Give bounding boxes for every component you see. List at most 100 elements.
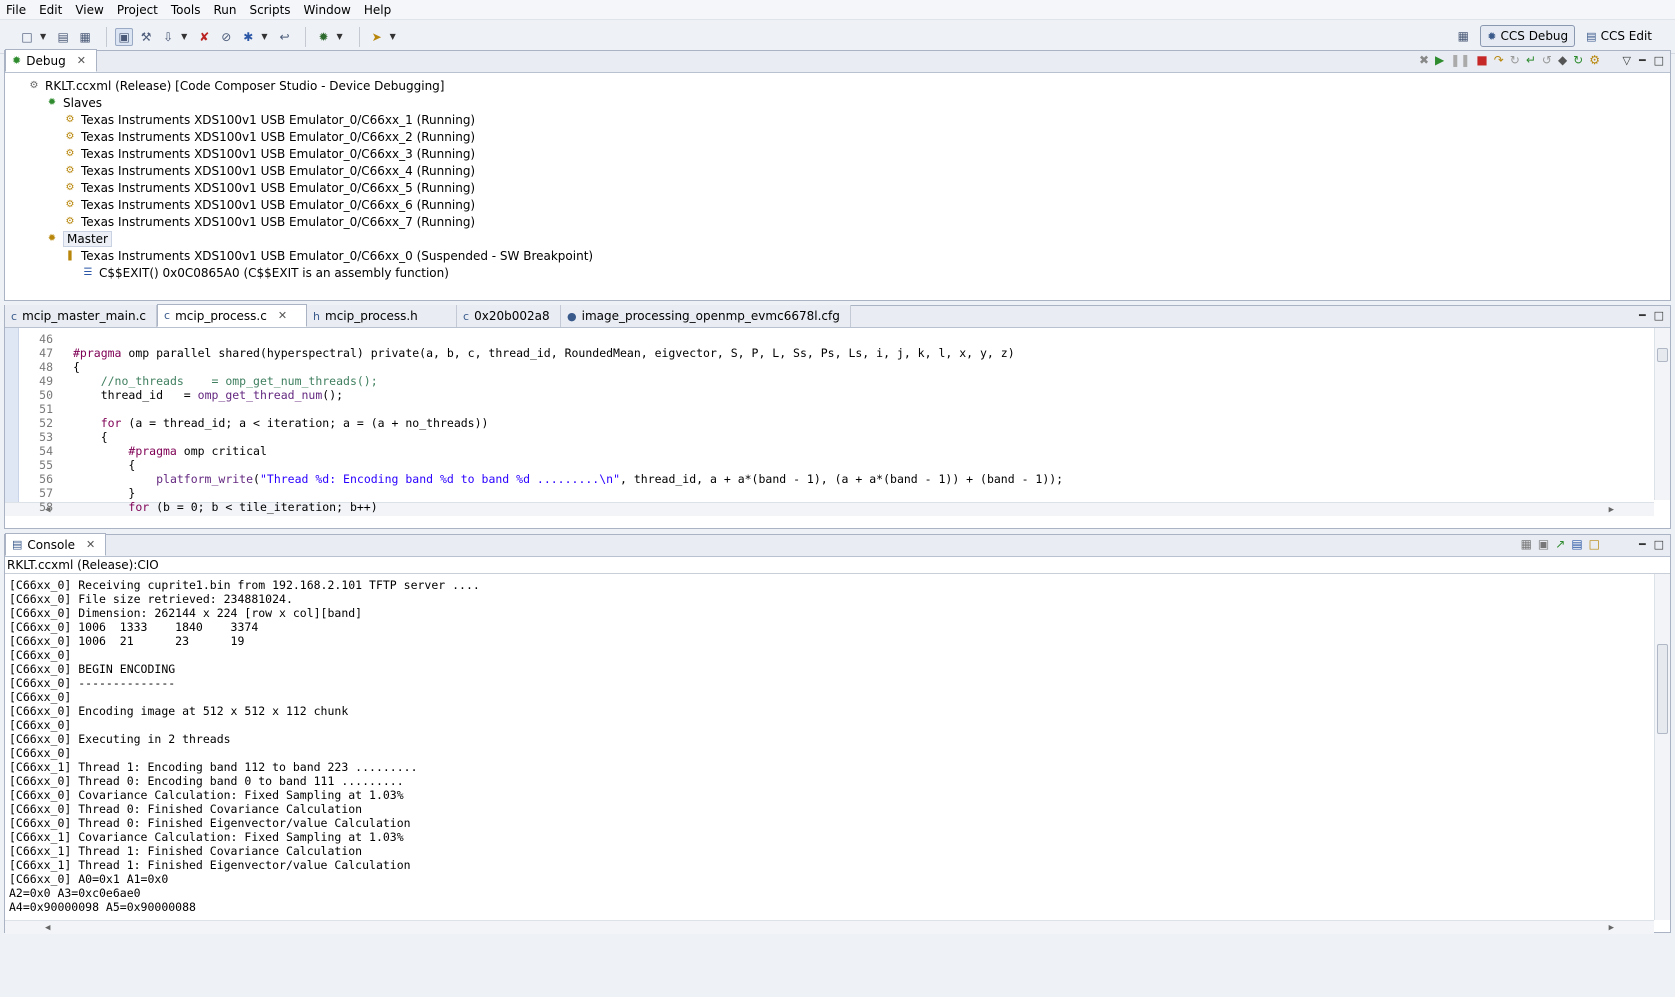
reset-icon[interactable]: ◆ <box>1558 53 1567 67</box>
scroll-left-icon[interactable]: ◀ <box>45 923 50 933</box>
tree-master[interactable]: ✹ Master <box>5 230 1670 247</box>
code-editor[interactable]: ◀ ▶ 46 47 #pragma omp parallel shared(hype… <box>5 328 1670 516</box>
minimize-icon[interactable]: ━ <box>1639 54 1646 67</box>
new-icon[interactable]: □ <box>18 28 36 46</box>
breakpoint-icon[interactable]: ✘ <box>195 28 213 46</box>
code-token: omp critical <box>176 444 267 458</box>
clear-console-icon[interactable]: ▦ <box>1521 537 1532 551</box>
maximize-icon[interactable]: □ <box>1654 309 1664 322</box>
debug-launch-icon[interactable]: ✱ <box>239 28 257 46</box>
menu-run[interactable]: Run <box>213 3 236 17</box>
open-perspective-icon[interactable]: ▦ <box>1454 27 1472 45</box>
close-icon[interactable]: ✕ <box>86 538 95 551</box>
editor-tab[interactable]: c mcip_master_main.c <box>5 305 158 327</box>
assembly-step-icon[interactable]: ↺ <box>1542 53 1552 67</box>
maximize-icon[interactable]: □ <box>1654 538 1664 551</box>
scroll-right-icon[interactable]: ▶ <box>1609 505 1614 515</box>
close-icon[interactable]: ✕ <box>77 54 86 67</box>
open-perspective-icon[interactable]: ↩ <box>275 28 293 46</box>
suspended-thread-icon: ❚ <box>65 250 75 261</box>
terminate-icon[interactable]: ■ <box>1476 53 1487 67</box>
tree-slave-core[interactable]: ⚙ Texas Instruments XDS100v1 USB Emulator… <box>5 162 1670 179</box>
console-output[interactable]: ◀ ▶ [C66xx_0] Receiving cuprite1.bin fro… <box>5 574 1670 936</box>
editor-vertical-scrollbar[interactable] <box>1654 328 1670 500</box>
tree-slave-core[interactable]: ⚙ Texas Instruments XDS100v1 USB Emulator… <box>5 213 1670 230</box>
debug-dropdown-icon[interactable]: ▼ <box>261 32 267 41</box>
code-line: 46 <box>25 332 73 346</box>
remove-launch-icon[interactable]: ✖ <box>1419 53 1429 67</box>
scrollbar-thumb[interactable] <box>1657 644 1668 734</box>
tools-dropdown-icon[interactable]: ▼ <box>390 32 396 41</box>
tree-slave-core[interactable]: ⚙ Texas Instruments XDS100v1 USB Emulator… <box>5 196 1670 213</box>
step-return-icon[interactable]: ↵ <box>1526 53 1536 67</box>
console-line: [C66xx_0] Dimension: 262144 x 224 [row x… <box>9 606 363 620</box>
tree-slave-core[interactable]: ⚙ Texas Instruments XDS100v1 USB Emulator… <box>5 128 1670 145</box>
line-number: 48 <box>39 360 53 374</box>
edit-perspective-icon: ▤ <box>1586 29 1597 43</box>
editor-tab[interactable]: h mcip_process.h <box>307 305 458 327</box>
perspective-ccs-debug[interactable]: ✹ CCS Debug <box>1480 25 1576 47</box>
bug-dropdown-icon[interactable]: ▼ <box>336 32 342 41</box>
pin-console-icon[interactable]: ↗ <box>1555 537 1565 551</box>
build-icon[interactable]: ⚒ <box>137 28 155 46</box>
restart-icon[interactable]: ↻ <box>1573 53 1583 67</box>
console-line: [C66xx_0] Thread 0: Finished Eigenvector… <box>9 816 411 830</box>
resume-icon[interactable]: ▶ <box>1435 53 1444 67</box>
editor-tab[interactable]: c mcip_process.c ✕ <box>157 304 308 327</box>
menu-tools[interactable]: Tools <box>171 3 201 17</box>
close-icon[interactable]: ✕ <box>278 309 287 322</box>
new-dropdown-icon[interactable]: ▼ <box>40 32 46 41</box>
bug-icon[interactable]: ✹ <box>314 28 332 46</box>
tree-slave-label: Texas Instruments XDS100v1 USB Emulator_… <box>81 112 476 127</box>
debug-view-icon[interactable]: ▣ <box>115 27 134 46</box>
open-console-icon[interactable]: □ <box>1589 537 1600 551</box>
step-over-icon[interactable]: ↻ <box>1510 53 1520 67</box>
slave-list: ⚙ Texas Instruments XDS100v1 USB Emulator… <box>5 111 1670 230</box>
tools-icon[interactable]: ➤ <box>368 28 386 46</box>
menu-window[interactable]: Window <box>304 3 351 17</box>
menu-scripts[interactable]: Scripts <box>249 3 290 17</box>
scroll-right-icon[interactable]: ▶ <box>1609 923 1614 933</box>
menu-view[interactable]: View <box>75 3 103 17</box>
tree-slave-core[interactable]: ⚙ Texas Instruments XDS100v1 USB Emulator… <box>5 111 1670 128</box>
console-line: [C66xx_0] Encoding image at 512 x 512 x … <box>9 704 349 718</box>
menu-edit[interactable]: Edit <box>39 3 62 17</box>
suspend-icon[interactable]: ❚❚ <box>1450 53 1470 67</box>
perspective-ccs-edit[interactable]: ▤ CCS Edit <box>1579 25 1659 47</box>
display-console-icon[interactable]: ▤ <box>1571 537 1582 551</box>
tree-slaves[interactable]: ✹ Slaves <box>5 94 1670 111</box>
console-subtitle: RKLT.ccxml (Release):CIO <box>5 557 1670 574</box>
code-token: platform_write <box>156 472 254 486</box>
tree-master-core[interactable]: ❚ Texas Instruments XDS100v1 USB Emulato… <box>5 247 1670 264</box>
minimize-icon[interactable]: ━ <box>1639 309 1646 322</box>
tab-debug[interactable]: ✹ Debug ✕ <box>5 49 97 72</box>
tree-stack-frame[interactable]: ☰ C$$EXIT() 0x0C0865A0 (C$$EXIT is an as… <box>5 264 1670 281</box>
minimize-icon[interactable]: ━ <box>1639 538 1646 551</box>
tree-slave-core[interactable]: ⚙ Texas Instruments XDS100v1 USB Emulator… <box>5 145 1670 162</box>
tree-slave-core[interactable]: ⚙ Texas Instruments XDS100v1 USB Emulator… <box>5 179 1670 196</box>
save-all-icon[interactable]: ▦ <box>76 28 94 46</box>
load-program-icon[interactable]: ⇩ <box>159 28 177 46</box>
console-horizontal-scrollbar[interactable]: ◀ ▶ <box>5 920 1654 934</box>
load-dropdown-icon[interactable]: ▼ <box>181 32 187 41</box>
line-number: 51 <box>39 402 53 416</box>
editor-tab[interactable]: c 0x20b002a8 <box>457 305 562 327</box>
view-menu-icon[interactable]: ▽ <box>1623 54 1631 67</box>
group-icon[interactable]: ⚙ <box>1589 53 1600 67</box>
save-icon[interactable]: ▤ <box>54 28 72 46</box>
tab-console[interactable]: ▤ Console ✕ <box>5 533 107 556</box>
maximize-icon[interactable]: □ <box>1654 54 1664 67</box>
tree-root[interactable]: ⚙ RKLT.ccxml (Release) [Code Composer St… <box>5 77 1670 94</box>
scroll-lock-icon[interactable]: ▣ <box>1538 537 1549 551</box>
step-into-icon[interactable]: ↷ <box>1494 53 1504 67</box>
editor-tab[interactable]: ● image_processing_openmp_evmc6678l.cfg <box>561 305 851 327</box>
editor-tab-label: 0x20b002a8 <box>474 309 550 323</box>
console-line: [C66xx_1] Covariance Calculation: Fixed … <box>9 830 404 844</box>
console-vertical-scrollbar[interactable] <box>1654 574 1670 920</box>
tree-slave-label: Texas Instruments XDS100v1 USB Emulator_… <box>81 129 476 144</box>
menu-help[interactable]: Help <box>364 3 391 17</box>
skip-breakpoints-icon[interactable]: ⊘ <box>217 28 235 46</box>
menu-file[interactable]: File <box>6 3 26 17</box>
scrollbar-thumb[interactable] <box>1657 348 1668 362</box>
menu-project[interactable]: Project <box>117 3 158 17</box>
